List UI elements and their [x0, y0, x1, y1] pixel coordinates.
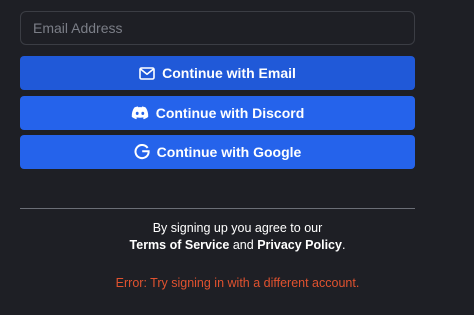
continue-with-discord-label: Continue with Discord: [155, 105, 305, 121]
error-message: Error: Try signing in with a different a…: [115, 276, 360, 290]
legal-suffix: .: [341, 238, 346, 252]
google-icon: [134, 144, 150, 160]
continue-with-google-button[interactable]: Continue with Google: [20, 135, 415, 169]
discord-icon: [131, 106, 149, 120]
email-field[interactable]: [20, 11, 415, 45]
continue-with-email-label: Continue with Email: [162, 65, 296, 81]
continue-with-google-label: Continue with Google: [156, 144, 302, 160]
divider: [20, 208, 415, 209]
legal-notice: By signing up you agree to our Terms of …: [20, 220, 455, 254]
terms-of-service-link[interactable]: Terms of Service: [130, 238, 230, 252]
continue-with-discord-button[interactable]: Continue with Discord: [20, 96, 415, 130]
privacy-policy-link[interactable]: Privacy Policy: [257, 238, 342, 252]
legal-prefix: By signing up you agree to our: [152, 221, 323, 235]
legal-and: and: [232, 238, 254, 252]
legal-links-line: Terms of Service and Privacy Policy.: [20, 237, 455, 254]
auth-panel: Continue with Email Continue with Discor…: [0, 0, 474, 315]
mail-icon: [139, 66, 155, 80]
continue-with-email-button[interactable]: Continue with Email: [20, 56, 415, 90]
